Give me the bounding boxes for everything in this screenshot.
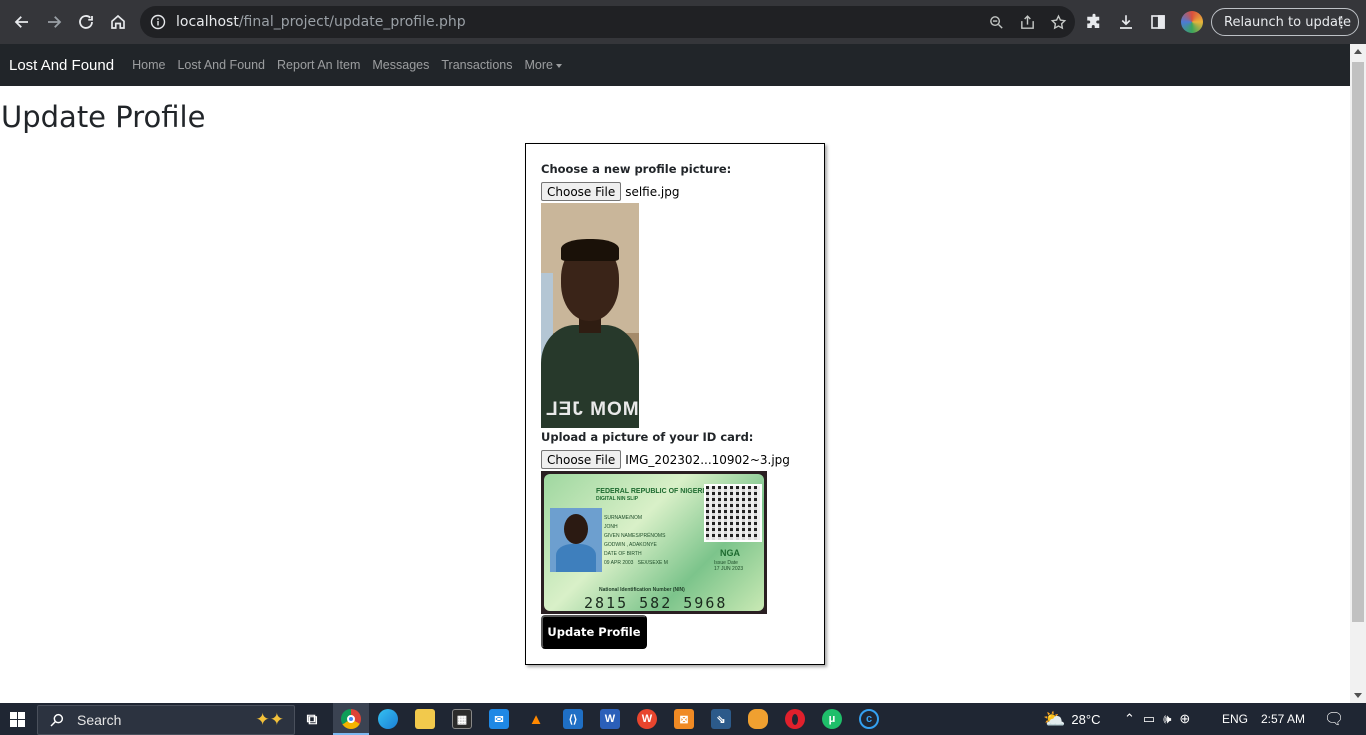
home-icon[interactable] xyxy=(102,6,134,38)
wps-icon[interactable]: W xyxy=(637,709,657,729)
ccleaner-icon[interactable]: c xyxy=(859,709,879,729)
more-label: More xyxy=(524,58,553,72)
weather-cloud-sun-icon: ⛅ xyxy=(1043,708,1066,729)
page-scrollbar[interactable] xyxy=(1350,44,1366,703)
browser-toolbar: localhost/final_project/update_profile.p… xyxy=(0,0,1366,44)
nav-link-messages[interactable]: Messages xyxy=(372,58,429,72)
id-card-header: FEDERAL REPUBLIC OF NIGERIA xyxy=(596,488,710,495)
id-card-qr-code xyxy=(704,484,762,542)
nav-link-transactions[interactable]: Transactions xyxy=(441,58,512,72)
navbar-brand[interactable]: Lost And Found xyxy=(9,57,114,74)
vscode-icon[interactable]: ⟨⟩ xyxy=(563,709,583,729)
relaunch-button[interactable]: Relaunch to update ⋮ xyxy=(1211,8,1359,36)
id-card-preview: FEDERAL REPUBLIC OF NIGERIA DIGITAL NIN … xyxy=(541,471,767,614)
id-card-input[interactable]: Choose File IMG_202302...10902~3.jpg xyxy=(541,450,790,469)
taskbar-search-placeholder: Search xyxy=(77,712,122,728)
bookmark-star-icon[interactable] xyxy=(1050,13,1067,31)
opera-icon[interactable] xyxy=(785,709,805,729)
system-tray: ⌃ ▭ 🕪 ⊕ xyxy=(1124,703,1190,735)
id-card-country: NGA xyxy=(720,548,740,558)
address-bar[interactable]: localhost/final_project/update_profile.p… xyxy=(140,6,1075,38)
profile-choose-file-button[interactable]: Choose File xyxy=(541,182,622,201)
profile-avatar-icon[interactable] xyxy=(1181,11,1203,33)
back-arrow-icon[interactable] xyxy=(6,6,38,38)
word-icon[interactable]: W xyxy=(600,709,620,729)
search-icon xyxy=(50,713,64,727)
profile-picture-input[interactable]: Choose File selfie.jpg xyxy=(541,182,680,201)
network-tool-icon[interactable]: ⇘ xyxy=(711,709,731,729)
nav-link-lost-and-found[interactable]: Lost And Found xyxy=(177,58,265,72)
forward-arrow-icon[interactable] xyxy=(38,6,70,38)
store-icon[interactable]: ▦ xyxy=(452,709,472,729)
mail-icon[interactable]: ✉ xyxy=(489,709,509,729)
page-title: Update Profile xyxy=(1,100,206,134)
id-card-issue: Issue Date 17 JUN 2023 xyxy=(714,560,744,572)
weather-temp: 28°C xyxy=(1071,711,1101,727)
task-view-icon[interactable]: ⧉ xyxy=(302,709,322,729)
windows-taskbar: Search ✦✦ ⧉ ▦ ✉ ▲ ⟨⟩ W W ⊠ ⇘ μ c ⛅ 28°C … xyxy=(0,703,1366,735)
scroll-up-arrow-icon[interactable] xyxy=(1354,49,1362,54)
share-icon[interactable] xyxy=(1019,14,1036,31)
caret-down-icon xyxy=(555,63,562,68)
volume-icon[interactable]: 🕪 xyxy=(1163,711,1171,727)
download-icon[interactable] xyxy=(1117,13,1135,31)
update-profile-form: Choose a new profile picture: Choose Fil… xyxy=(525,143,825,665)
zoom-icon[interactable] xyxy=(988,14,1005,31)
chrome-icon[interactable] xyxy=(341,709,361,729)
site-info-icon[interactable] xyxy=(150,14,166,30)
profile-picture-preview: MOM JEL xyxy=(541,203,639,428)
id-card-fields: SURNAME/NOM JONH GIVEN NAMES/PRÉNOMS GOD… xyxy=(604,515,668,566)
file-explorer-icon[interactable] xyxy=(415,709,435,729)
scrollbar-thumb[interactable] xyxy=(1352,62,1364,622)
chevron-up-icon[interactable]: ⌃ xyxy=(1124,711,1135,727)
side-panel-icon[interactable] xyxy=(1149,13,1167,31)
xampp-icon[interactable]: ⊠ xyxy=(674,709,694,729)
vlc-icon[interactable]: ▲ xyxy=(526,709,546,729)
url-text: localhost/final_project/update_profile.p… xyxy=(176,14,466,30)
nav-link-report-an-item[interactable]: Report An Item xyxy=(277,58,360,72)
id-card-subheader: DIGITAL NIN SLIP xyxy=(596,496,639,502)
update-profile-button[interactable]: Update Profile xyxy=(541,615,647,649)
extensions-icon[interactable] xyxy=(1085,13,1103,31)
battery-icon[interactable]: ▭ xyxy=(1143,711,1155,727)
reload-icon[interactable] xyxy=(70,6,102,38)
copilot-sparkle-icon: ✦✦ xyxy=(255,710,285,729)
hoodie-print: MOM JEL xyxy=(545,399,639,420)
windows-start-icon[interactable] xyxy=(10,712,25,727)
menu-dots-icon[interactable]: ⋮ xyxy=(1334,14,1349,30)
id-card-photo xyxy=(550,508,602,572)
notifications-icon[interactable]: 🗨 xyxy=(1324,703,1344,735)
id-card-label: Upload a picture of your ID card: xyxy=(541,430,754,444)
language-indicator[interactable]: ENG xyxy=(1222,703,1248,735)
edge-icon[interactable] xyxy=(378,709,398,729)
profile-file-name: selfie.jpg xyxy=(625,184,680,199)
utorrent-icon[interactable]: μ xyxy=(822,709,842,729)
site-navbar: Lost And Found Home Lost And Found Repor… xyxy=(0,44,1350,86)
profile-picture-label: Choose a new profile picture: xyxy=(541,162,732,176)
id-file-name: IMG_202302...10902~3.jpg xyxy=(625,452,790,467)
id-card-nin: 2815 582 5968 xyxy=(584,594,728,612)
nav-link-home[interactable]: Home xyxy=(132,58,165,72)
globe-icon[interactable]: ⊕ xyxy=(1179,711,1190,727)
id-card-nin-label: National Identification Number (NIN) xyxy=(599,587,685,593)
brave-icon[interactable] xyxy=(748,709,768,729)
nav-dropdown-more[interactable]: More xyxy=(524,58,562,72)
taskbar-search-box[interactable]: Search ✦✦ xyxy=(37,705,295,735)
clock[interactable]: 2:57 AM xyxy=(1261,703,1305,735)
weather-widget[interactable]: ⛅ 28°C xyxy=(1043,703,1100,735)
id-choose-file-button[interactable]: Choose File xyxy=(541,450,622,469)
scroll-down-arrow-icon[interactable] xyxy=(1354,693,1362,698)
